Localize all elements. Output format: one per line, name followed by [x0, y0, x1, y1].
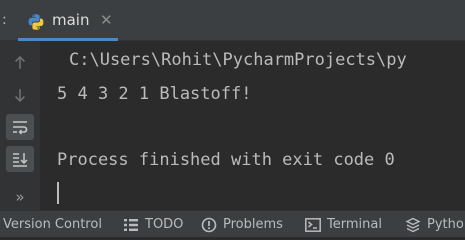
tool-window-python-console[interactable]: Python: [404, 211, 465, 237]
problems-icon: [200, 216, 218, 234]
close-tab-icon[interactable]: ✕: [100, 11, 113, 29]
soft-wrap-icon: [13, 121, 28, 135]
run-tab-label: main: [52, 11, 90, 29]
tool-window-label: Python: [427, 217, 465, 232]
tool-window-label: Terminal: [327, 217, 382, 232]
python-file-icon: [27, 13, 45, 31]
more-actions-button[interactable]: »: [6, 184, 34, 210]
run-tab-main[interactable]: main ✕: [18, 0, 118, 41]
tool-window-version-control[interactable]: Version Control: [3, 211, 102, 237]
console-line-exit-status: Process finished with exit code 0: [57, 150, 395, 170]
console-toolbar: »: [0, 41, 40, 210]
console-line-command: C:\Users\Rohit\PycharmProjects\py: [69, 50, 407, 70]
tool-window-terminal[interactable]: Terminal: [304, 211, 382, 237]
scroll-down-icon: [14, 89, 26, 103]
scroll-to-end-button[interactable]: [6, 146, 34, 172]
soft-wrap-button[interactable]: [6, 114, 34, 140]
tool-window-bar: Version Control TODO Problems Terminal P…: [0, 210, 465, 237]
scroll-down-button[interactable]: [6, 82, 34, 108]
tool-window-todo[interactable]: TODO: [122, 211, 183, 237]
scroll-to-end-icon: [13, 153, 28, 167]
tool-window-label: Problems: [223, 217, 283, 232]
console-line-output: 5 4 3 2 1 Blastoff!: [57, 84, 252, 104]
tool-window-label: TODO: [145, 217, 184, 232]
more-icon: »: [15, 188, 25, 206]
console-output[interactable]: C:\Users\Rohit\PycharmProjects\py 5 4 3 …: [41, 41, 465, 210]
tab-bar-lead-text: :: [2, 12, 7, 28]
scroll-up-icon: [14, 55, 26, 69]
todo-list-icon: [122, 216, 140, 234]
scroll-up-button[interactable]: [6, 50, 34, 76]
terminal-icon: [304, 216, 322, 234]
python-console-icon: [404, 216, 422, 234]
run-tab-bar: : main ✕: [0, 0, 465, 41]
pycharm-run-window: : main ✕ » C:\Users\Rohit\PycharmProject…: [0, 0, 465, 237]
console-input-caret: [57, 182, 59, 204]
tool-window-label: Version Control: [3, 217, 102, 232]
tool-window-problems[interactable]: Problems: [200, 211, 283, 237]
